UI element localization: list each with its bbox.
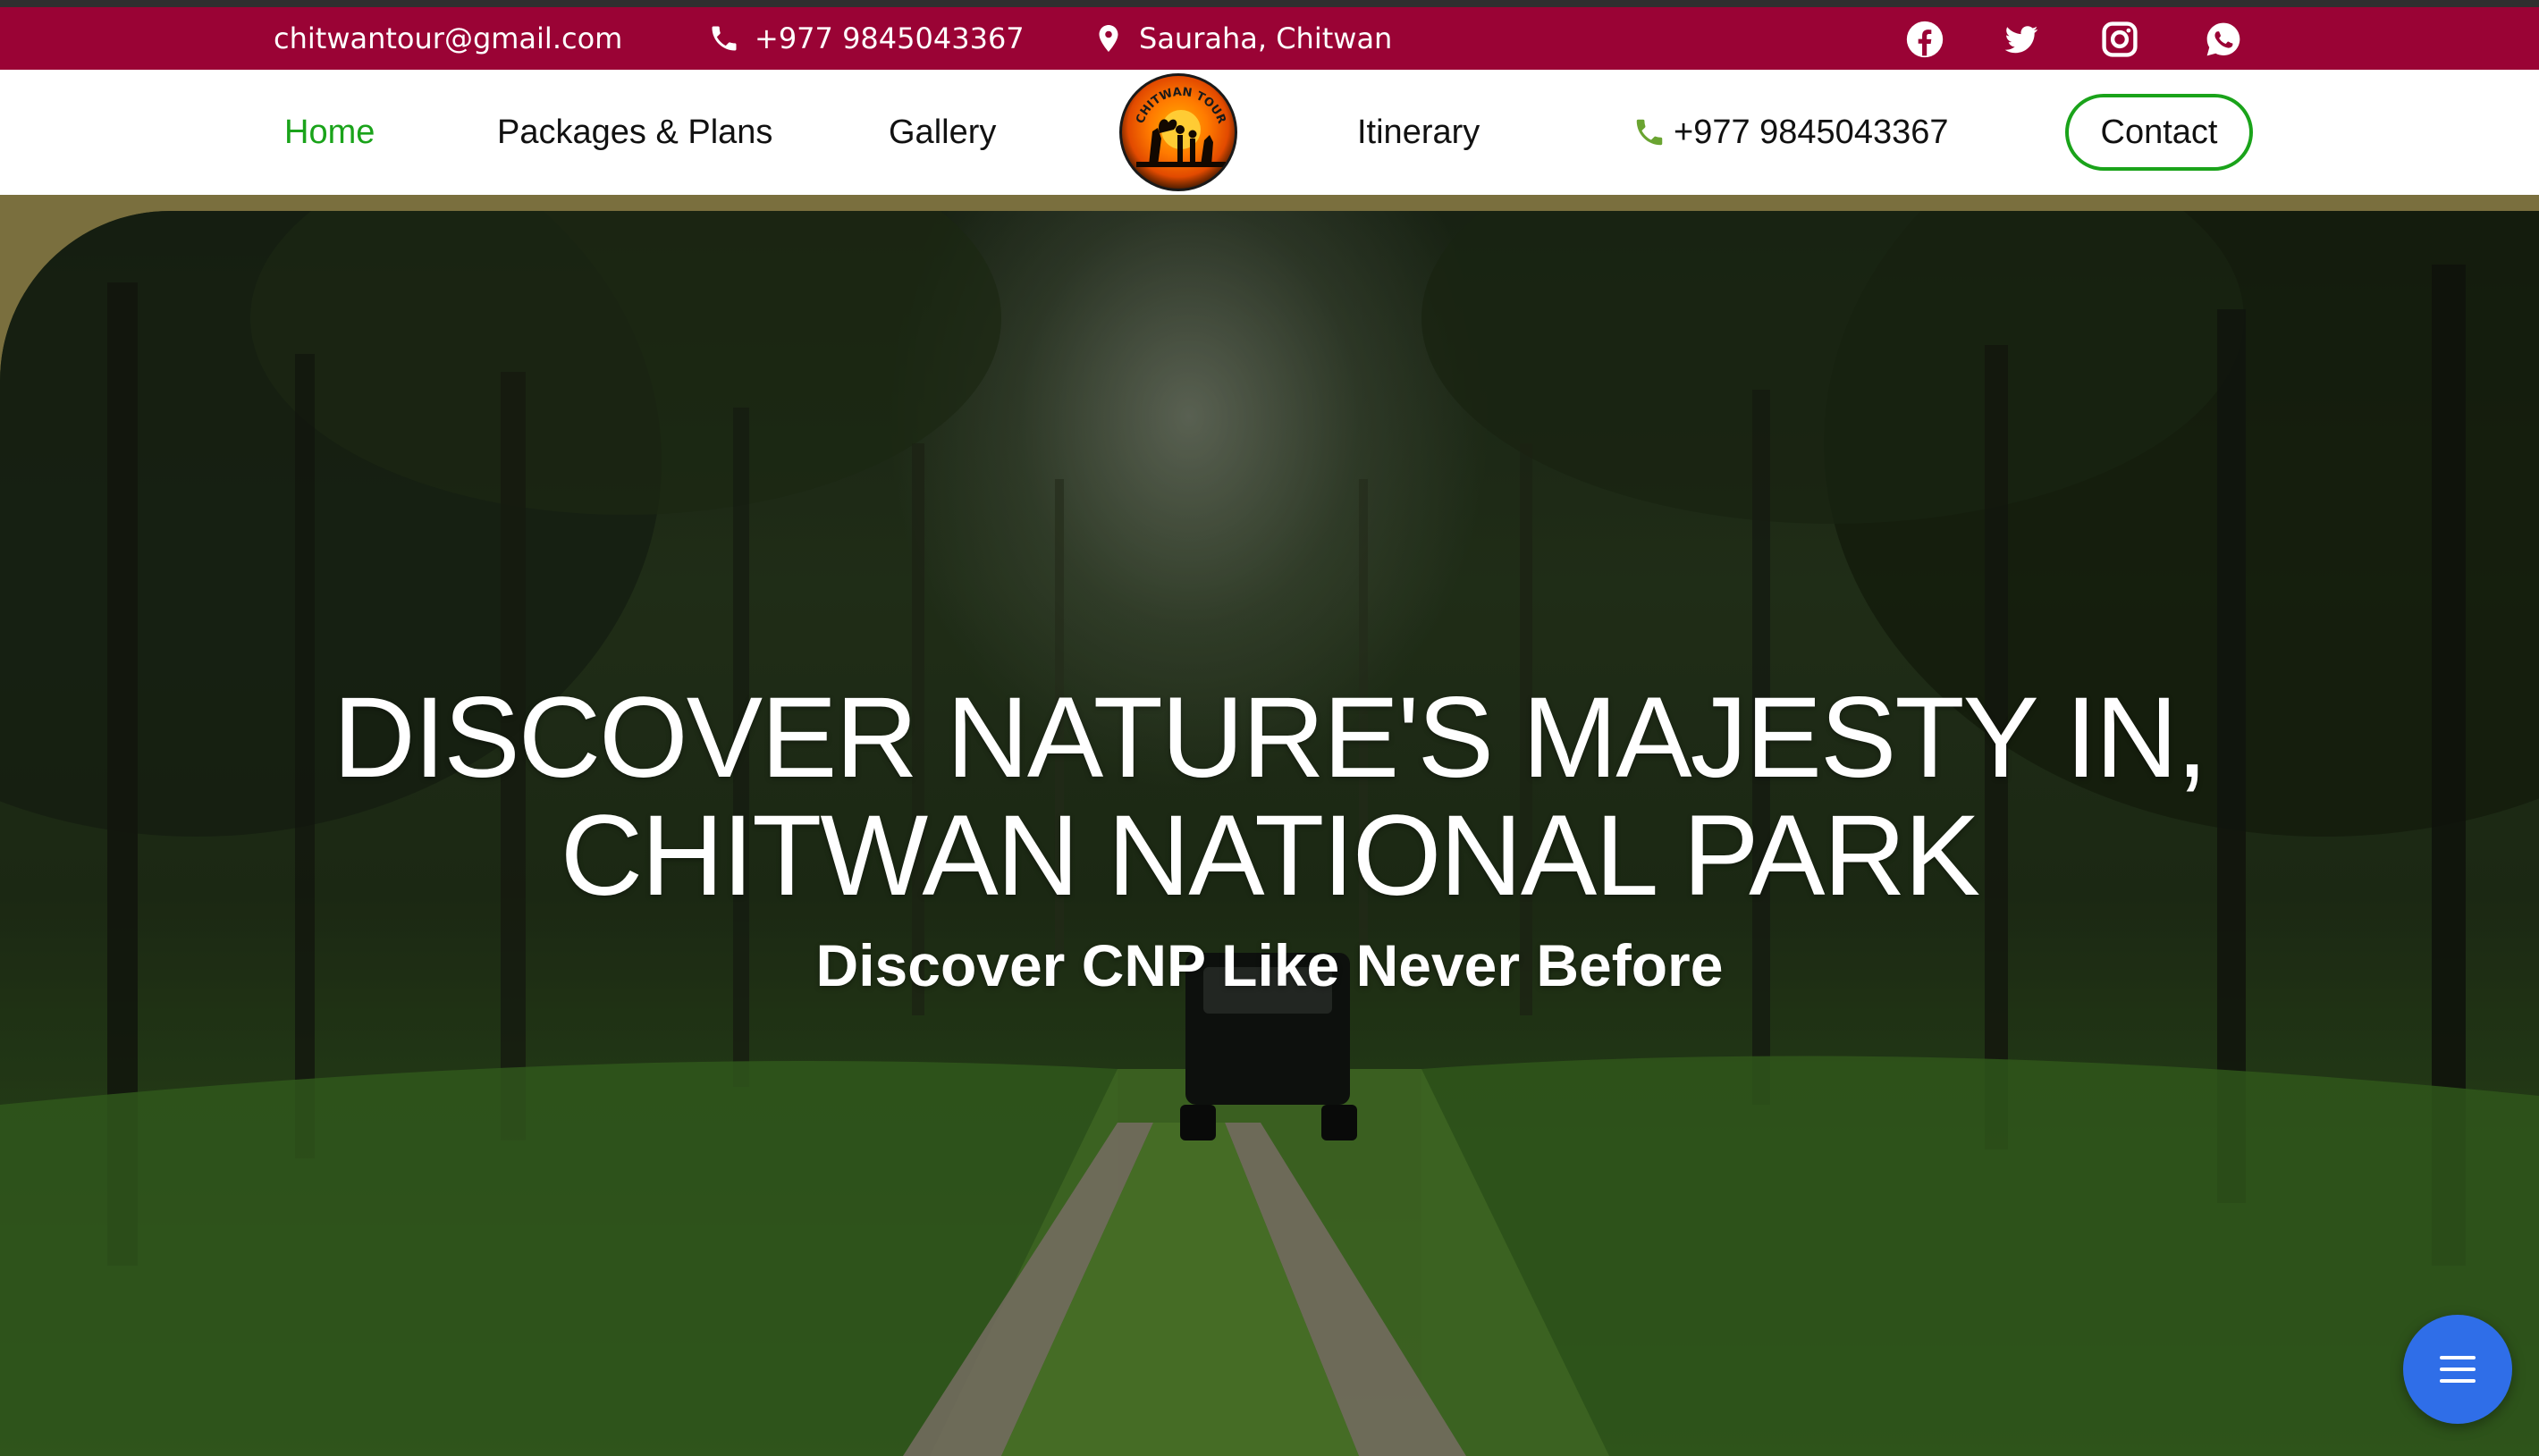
top-edge-line (0, 0, 2539, 7)
top-info-bar: chitwantour@gmail.com +977 9845043367 Sa… (0, 7, 2539, 70)
nav-phone-text[interactable]: +977 9845043367 (1674, 114, 1949, 152)
whatsapp-icon (2206, 22, 2240, 56)
hero-subtitle: Discover CNP Like Never Before (815, 932, 1724, 998)
twitter-icon (2004, 26, 2038, 54)
site-logo[interactable]: CHITWAN TOUR (1119, 73, 1237, 191)
email-text[interactable]: chitwantour@gmail.com (274, 21, 622, 55)
facebook-link[interactable] (1904, 19, 1945, 60)
facebook-icon (1906, 21, 1944, 58)
location-pin-icon (1099, 25, 1118, 52)
instagram-link[interactable] (2099, 19, 2140, 60)
whatsapp-link[interactable] (2203, 19, 2244, 60)
nav-packages-plans[interactable]: Packages & Plans (497, 70, 772, 195)
floating-menu-button[interactable] (2403, 1315, 2512, 1424)
hero-title-line-1: DISCOVER NATURE'S MAJESTY IN, (333, 674, 2207, 802)
nav-gallery[interactable]: Gallery (889, 70, 996, 195)
phone-icon (712, 26, 737, 51)
instagram-icon (2102, 21, 2138, 57)
topbar-phone[interactable]: +977 9845043367 (708, 7, 1025, 70)
topbar-location: Sauraha, Chitwan (1092, 7, 1392, 70)
nav-itinerary[interactable]: Itinerary (1357, 70, 1480, 195)
hero-title-line-2: CHITWAN NATIONAL PARK (560, 792, 1981, 920)
hero-title: DISCOVER NATURE'S MAJESTY IN, CHITWAN NA… (0, 679, 2539, 915)
nav-home[interactable]: Home (284, 70, 375, 195)
contact-button[interactable]: Contact (2065, 94, 2253, 171)
hero-section: DISCOVER NATURE'S MAJESTY IN, CHITWAN NA… (0, 195, 2539, 1456)
twitter-link[interactable] (2001, 19, 2042, 60)
phone-text[interactable]: +977 9845043367 (755, 21, 1025, 55)
nav-phone[interactable]: +977 9845043367 (1632, 70, 1949, 195)
topbar-email[interactable]: chitwantour@gmail.com (274, 7, 622, 70)
location-text: Sauraha, Chitwan (1139, 21, 1393, 55)
menu-icon (2440, 1356, 2476, 1383)
phone-icon (1636, 119, 1663, 146)
main-navigation: Home Packages & Plans Gallery CHITWAN TO… (0, 70, 2539, 195)
logo-emblem: CHITWAN TOUR (1134, 86, 1228, 167)
